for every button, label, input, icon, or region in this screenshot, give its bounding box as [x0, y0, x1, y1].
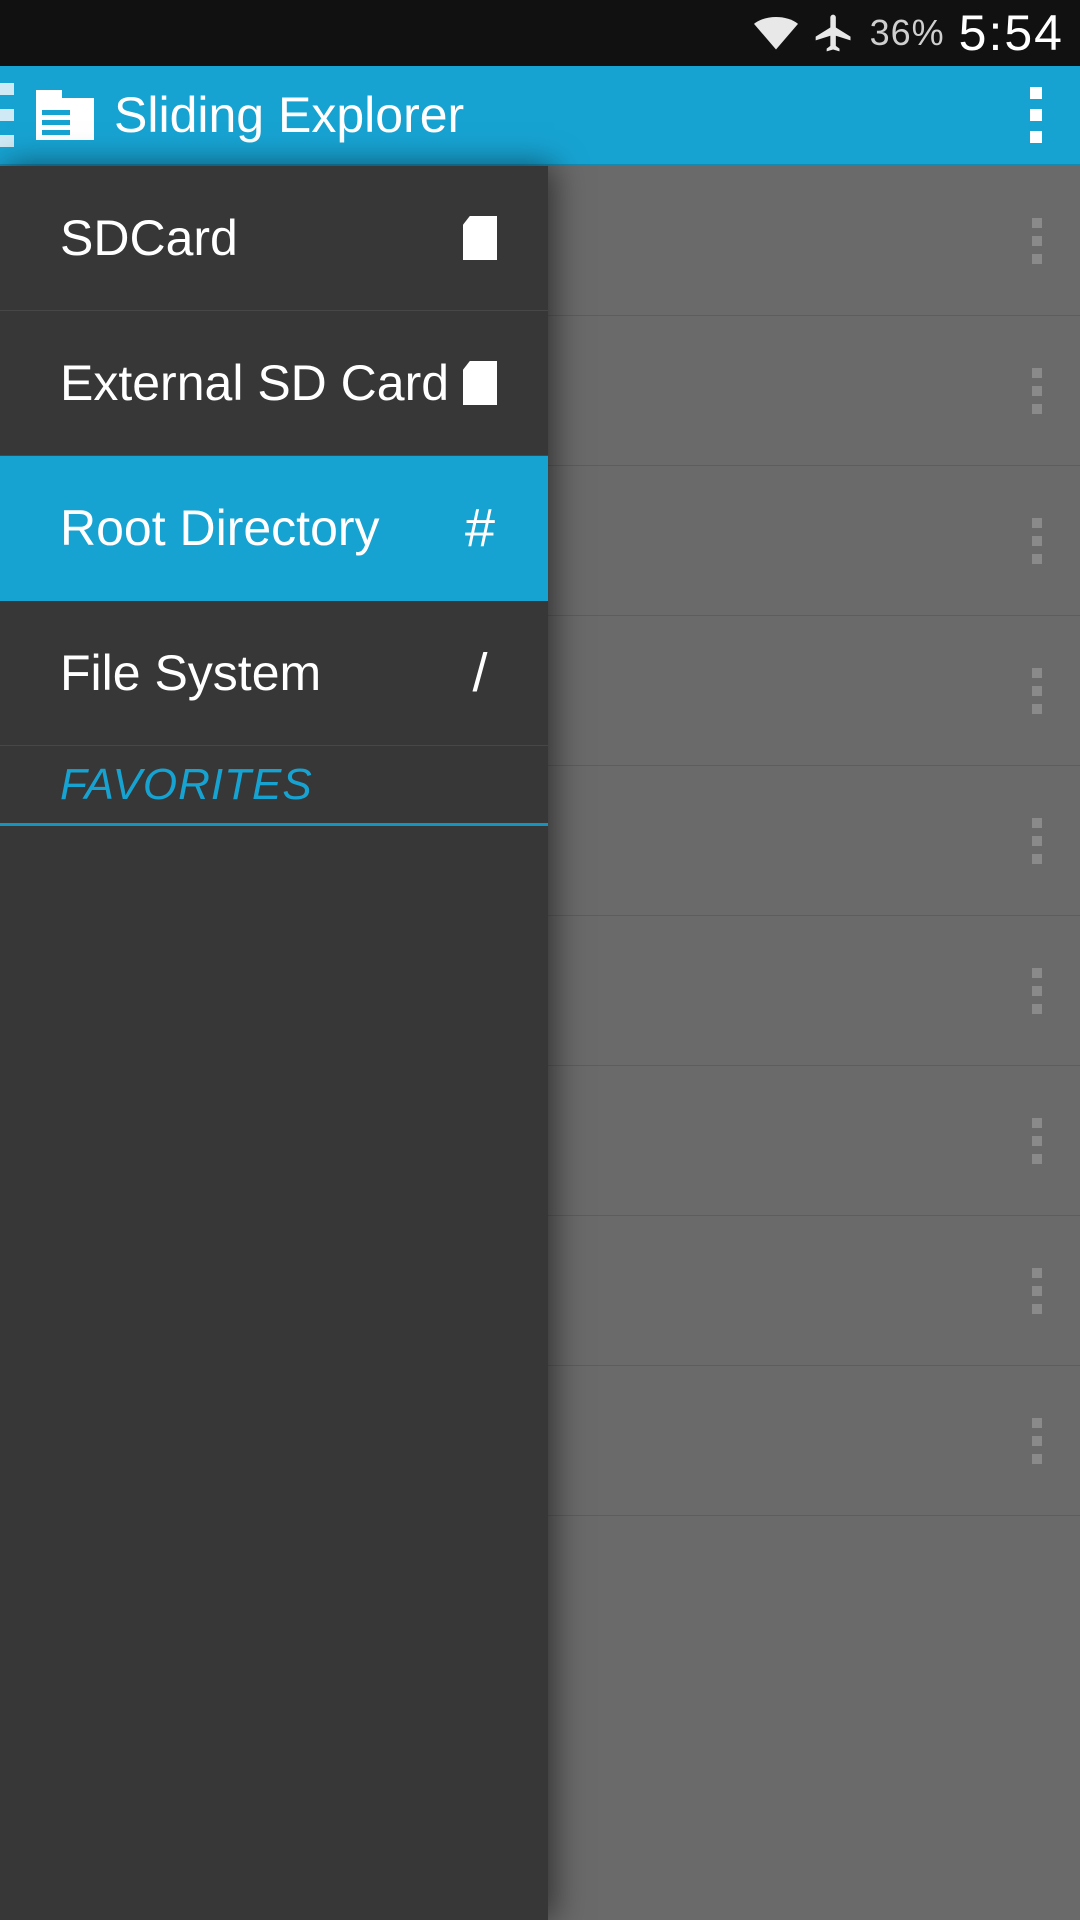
item-overflow-icon[interactable] — [1032, 1268, 1042, 1314]
drawer-item-label: External SD Card — [60, 354, 458, 412]
drawer-item-label: File System — [60, 644, 458, 702]
favorites-header: FAVORITES — [0, 746, 548, 826]
item-overflow-icon[interactable] — [1032, 218, 1042, 264]
drawer-item-label: SDCard — [60, 209, 458, 267]
status-bar: 36% 5:54 — [0, 0, 1080, 66]
app-folder-icon — [36, 90, 94, 140]
status-clock: 5:54 — [959, 4, 1064, 62]
overflow-menu-button[interactable] — [1016, 87, 1056, 143]
hash-icon: # — [458, 497, 502, 559]
slash-icon: / — [458, 642, 502, 704]
sdcard-icon — [458, 361, 502, 405]
drawer-item-sdcard[interactable]: SDCard — [0, 166, 548, 311]
battery-percent: 36% — [870, 12, 945, 54]
sdcard-icon — [458, 216, 502, 260]
item-overflow-icon[interactable] — [1032, 1118, 1042, 1164]
main-area: SDCardExternal SD CardRoot Directory#Fil… — [0, 166, 1080, 1920]
item-overflow-icon[interactable] — [1032, 368, 1042, 414]
drawer-item-external-sd-card[interactable]: External SD Card — [0, 311, 548, 456]
drawer-item-label: Root Directory — [60, 499, 458, 557]
item-overflow-icon[interactable] — [1032, 818, 1042, 864]
action-bar: Sliding Explorer — [0, 66, 1080, 166]
airplane-icon — [812, 11, 856, 55]
item-overflow-icon[interactable] — [1032, 968, 1042, 1014]
drawer-item-file-system[interactable]: File System/ — [0, 601, 548, 746]
favorites-label: FAVORITES — [60, 760, 313, 810]
item-overflow-icon[interactable] — [1032, 1418, 1042, 1464]
drawer-toggle-icon[interactable] — [0, 83, 14, 147]
drawer-item-root-directory[interactable]: Root Directory# — [0, 456, 548, 601]
item-overflow-icon[interactable] — [1032, 518, 1042, 564]
app-title: Sliding Explorer — [114, 86, 1016, 144]
wifi-icon — [754, 15, 798, 51]
nav-drawer: SDCardExternal SD CardRoot Directory#Fil… — [0, 166, 548, 1920]
item-overflow-icon[interactable] — [1032, 668, 1042, 714]
